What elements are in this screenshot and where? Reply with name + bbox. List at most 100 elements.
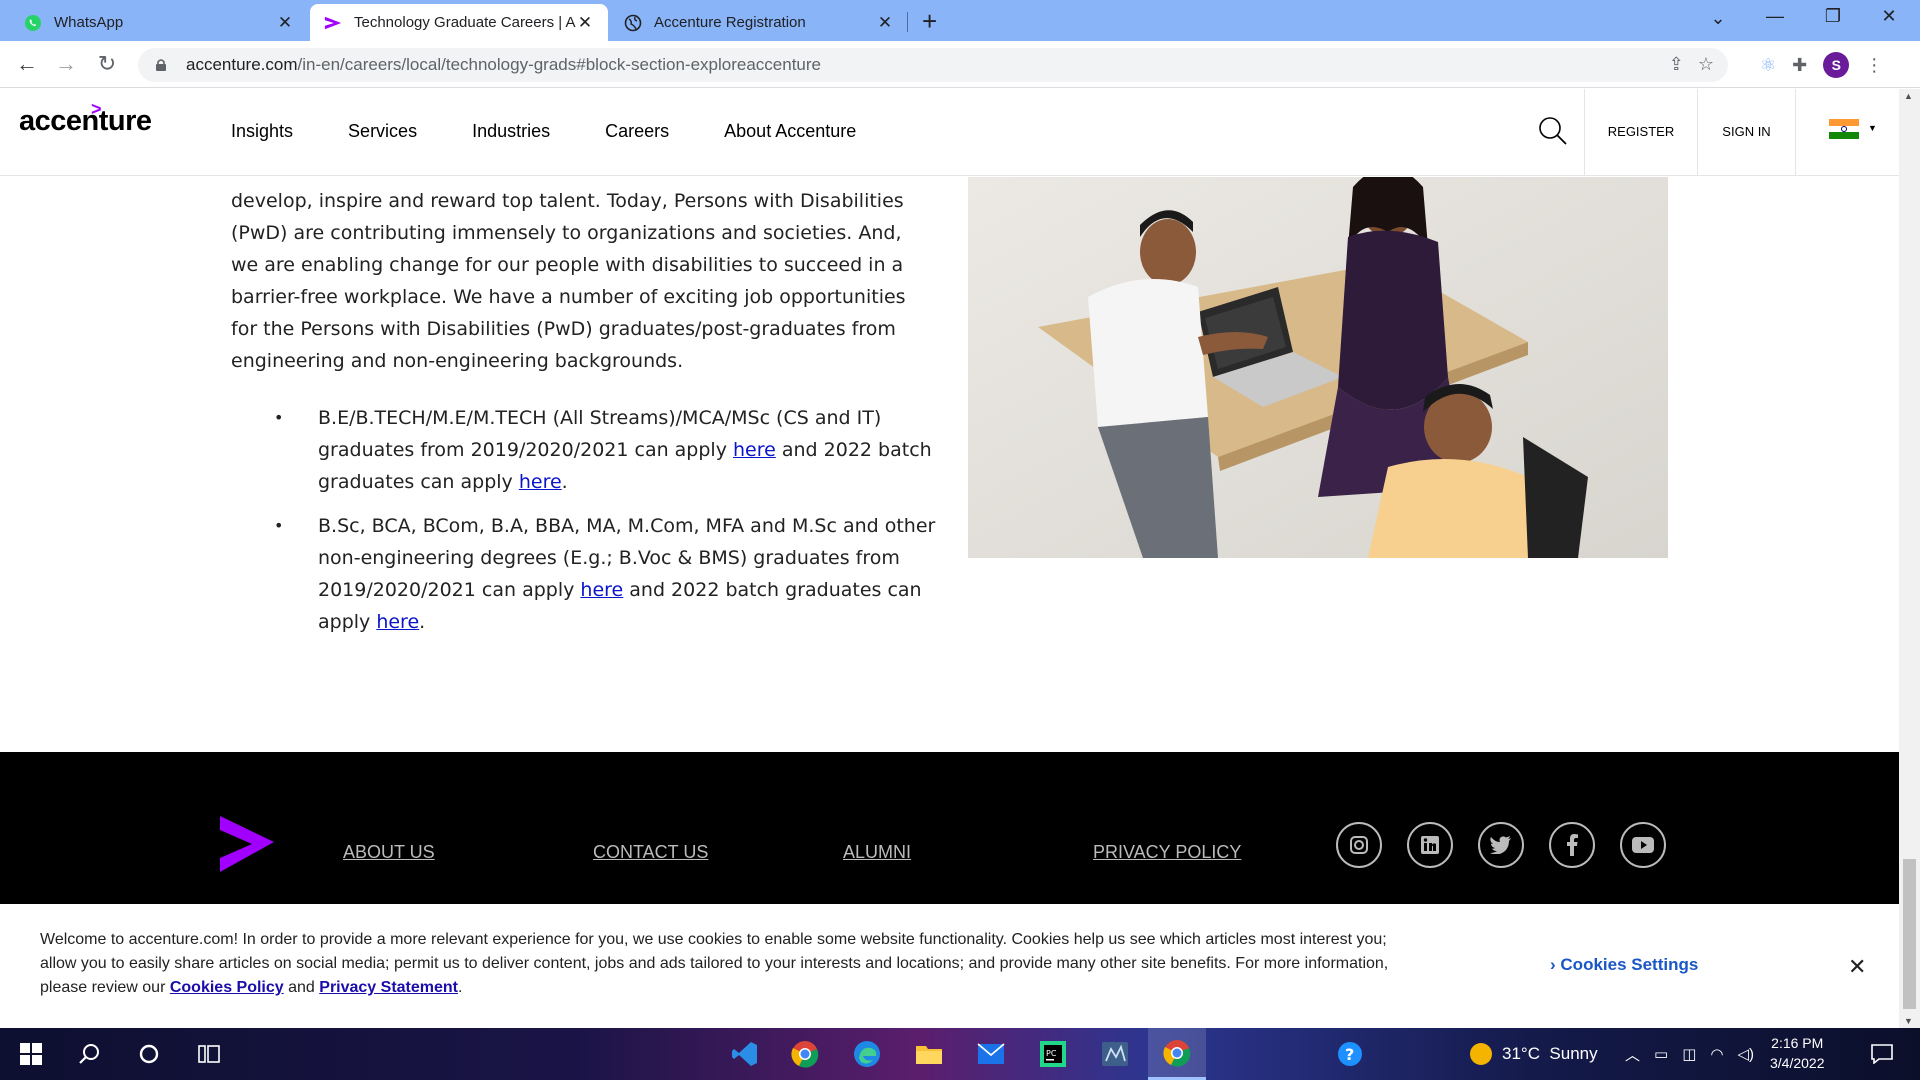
- chrome-active-icon[interactable]: [1148, 1028, 1206, 1080]
- team-photo: [968, 177, 1668, 558]
- footer-alumni[interactable]: ALUMNI: [843, 842, 911, 863]
- nav-insights[interactable]: Insights: [231, 121, 293, 142]
- forward-button[interactable]: →: [53, 51, 79, 77]
- mysql-workbench-icon[interactable]: [1092, 1028, 1138, 1080]
- task-view-icon[interactable]: [186, 1028, 232, 1080]
- privacy-statement-link[interactable]: Privacy Statement: [319, 979, 458, 996]
- scroll-down-arrow-icon[interactable]: ▼: [1904, 1016, 1913, 1026]
- svg-text:?: ?: [1345, 1045, 1354, 1064]
- tab-search-icon[interactable]: ⌄: [1695, 8, 1741, 29]
- scroll-up-arrow-icon[interactable]: ▲: [1904, 91, 1913, 101]
- cookies-policy-link[interactable]: Cookies Policy: [170, 979, 284, 996]
- youtube-icon[interactable]: [1620, 822, 1666, 868]
- share-icon[interactable]: ⇪: [1669, 54, 1684, 75]
- reload-button[interactable]: ↻: [94, 51, 120, 77]
- mail-icon[interactable]: [968, 1028, 1014, 1080]
- wifi-icon[interactable]: ◠: [1710, 1045, 1723, 1063]
- tab-accenture-registration[interactable]: Accenture Registration ✕: [610, 4, 908, 41]
- nav-services[interactable]: Services: [348, 121, 417, 142]
- notifications-icon[interactable]: [1862, 1028, 1902, 1080]
- url-path: /in-en/careers/local/technology-grads#bl…: [297, 55, 822, 74]
- scroll-thumb[interactable]: [1903, 859, 1916, 1009]
- close-window-button[interactable]: ✕: [1866, 6, 1912, 27]
- close-tab-icon[interactable]: ✕: [276, 13, 294, 33]
- nav-about-accenture[interactable]: About Accenture: [724, 121, 856, 142]
- device-icon[interactable]: ◫: [1682, 1045, 1696, 1063]
- chevron-up-icon[interactable]: ︿: [1625, 1044, 1640, 1065]
- footer-privacy-policy[interactable]: PRIVACY POLICY: [1093, 842, 1241, 863]
- site-footer: ABOUT US CONTACT US ALUMNI PRIVACY POLIC…: [0, 752, 1899, 904]
- pycharm-icon[interactable]: PC: [1030, 1028, 1076, 1080]
- toolbar: ← → ↻ accenture.com/in-en/careers/local/…: [0, 41, 1920, 88]
- system-tray: ︿ ▭ ◫ ◠ ◁): [1625, 1028, 1754, 1080]
- globe-icon: [624, 14, 642, 32]
- footer-contact-us[interactable]: CONTACT US: [593, 842, 708, 863]
- caret-down-icon[interactable]: ▼: [1868, 123, 1877, 133]
- extensions-puzzle-icon[interactable]: ✚: [1792, 55, 1807, 76]
- sign-in-link[interactable]: SIGN IN: [1697, 89, 1795, 175]
- tab-separator: [907, 12, 908, 32]
- apply-link-engineering-2022[interactable]: here: [519, 471, 562, 493]
- clock-time: 2:16 PM: [1771, 1035, 1824, 1051]
- menu-kebab-icon[interactable]: ⋮: [1865, 55, 1883, 76]
- search-icon[interactable]: [66, 1028, 112, 1080]
- nav-careers[interactable]: Careers: [605, 121, 669, 142]
- accenture-logo[interactable]: > accenture: [19, 99, 152, 138]
- footer-about-us[interactable]: ABOUT US: [343, 842, 435, 863]
- accenture-footer-logo[interactable]: [218, 814, 276, 879]
- cortana-icon[interactable]: [126, 1028, 172, 1080]
- close-tab-icon[interactable]: ✕: [576, 13, 594, 33]
- file-explorer-icon[interactable]: [906, 1028, 952, 1080]
- list-item: B.Sc, BCA, BCom, B.A, BBA, MA, M.Com, MF…: [270, 510, 940, 638]
- linkedin-icon[interactable]: [1407, 822, 1453, 868]
- new-tab-button[interactable]: +: [922, 8, 937, 34]
- cookies-settings-button[interactable]: › Cookies Settings: [1550, 955, 1698, 975]
- tab-whatsapp[interactable]: WhatsApp ✕: [10, 4, 308, 41]
- site-header: > accenture Insights Services Industries…: [0, 89, 1899, 176]
- apply-link-nonengineering-2022[interactable]: here: [376, 611, 419, 633]
- tab-title: Technology Graduate Careers | Ac: [354, 14, 576, 31]
- logo-text: accenture: [19, 105, 152, 137]
- india-flag-icon[interactable]: [1829, 119, 1859, 139]
- facebook-icon[interactable]: [1549, 822, 1595, 868]
- extension-react-icon[interactable]: ⚛: [1760, 55, 1776, 76]
- tab-strip: WhatsApp ✕ Technology Graduate Careers |…: [0, 0, 1920, 41]
- accenture-chevron-icon: >: [91, 99, 102, 119]
- weather-widget[interactable]: 31°C Sunny: [1470, 1028, 1598, 1080]
- chrome-icon[interactable]: [782, 1028, 828, 1080]
- apply-link-nonengineering-2021[interactable]: here: [580, 579, 623, 601]
- whatsapp-icon: [24, 14, 42, 32]
- eligibility-list: B.E/B.TECH/M.E/M.TECH (All Streams)/MCA/…: [270, 402, 940, 650]
- register-link[interactable]: REGISTER: [1584, 89, 1697, 175]
- apply-link-engineering-2021[interactable]: here: [733, 439, 776, 461]
- restore-button[interactable]: ❐: [1810, 6, 1856, 27]
- instagram-icon[interactable]: [1336, 822, 1382, 868]
- help-icon[interactable]: ?: [1330, 1028, 1370, 1080]
- twitter-icon[interactable]: [1478, 822, 1524, 868]
- vscode-icon[interactable]: [722, 1028, 768, 1080]
- windows-start-icon[interactable]: [8, 1028, 54, 1080]
- intro-paragraph: develop, inspire and reward top talent. …: [231, 190, 906, 372]
- volume-icon[interactable]: ◁): [1737, 1045, 1754, 1063]
- minimize-button[interactable]: —: [1752, 6, 1798, 27]
- list-item: B.E/B.TECH/M.E/M.TECH (All Streams)/MCA/…: [270, 402, 940, 498]
- page-scrollbar[interactable]: ▲ ▼: [1899, 89, 1920, 1028]
- tab-technology-graduate-careers[interactable]: Technology Graduate Careers | Ac ✕: [310, 4, 608, 41]
- clock[interactable]: 2:16 PM 3/4/2022: [1770, 1033, 1825, 1073]
- profile-avatar[interactable]: S: [1823, 52, 1850, 78]
- back-button[interactable]: ←: [14, 51, 40, 77]
- edge-icon[interactable]: [844, 1028, 890, 1080]
- battery-icon[interactable]: ▭: [1654, 1045, 1668, 1063]
- tab-title: Accenture Registration: [654, 14, 806, 31]
- weather-text: 31°C Sunny: [1502, 1044, 1598, 1063]
- close-icon[interactable]: ✕: [1848, 954, 1866, 980]
- search-icon[interactable]: [1538, 116, 1568, 151]
- close-tab-icon[interactable]: ✕: [876, 13, 894, 33]
- sun-icon: [1470, 1043, 1492, 1065]
- main-content: develop, inspire and reward top talent. …: [0, 177, 1899, 752]
- bookmark-star-icon[interactable]: ☆: [1698, 54, 1714, 75]
- windows-taskbar: PC ? 31°C Sunny ︿ ▭ ◫ ◠ ◁) 2:16 PM 3/4/2…: [0, 1028, 1920, 1080]
- address-bar[interactable]: accenture.com/in-en/careers/local/techno…: [138, 48, 1728, 82]
- nav-industries[interactable]: Industries: [472, 121, 550, 142]
- tab-title: WhatsApp: [54, 14, 124, 31]
